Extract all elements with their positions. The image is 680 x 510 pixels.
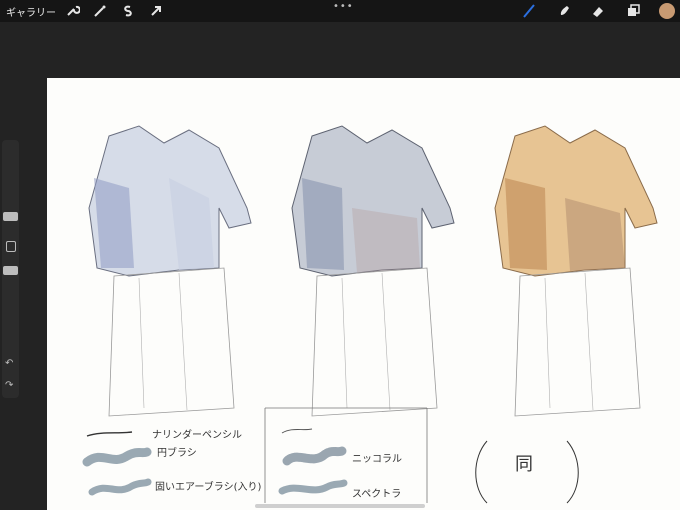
brush-icon[interactable]: [521, 3, 537, 19]
eyedropper-button[interactable]: [6, 241, 16, 252]
brush-swatches-middle: [264, 407, 428, 503]
color-swatch-icon[interactable]: [659, 3, 675, 19]
gallery-button[interactable]: ギャラリー: [6, 4, 56, 19]
redo-button[interactable]: ↷: [5, 380, 13, 391]
magic-wand-icon[interactable]: [92, 3, 108, 19]
note-hard-airbrush: 固いエアーブラシ(入り): [155, 482, 262, 493]
sketch-figure-blue: [88, 125, 252, 417]
top-toolbar: ギャラリー •••: [0, 0, 680, 22]
side-toolbar: ↶ ↷: [2, 140, 19, 398]
note-spectra: スペクトラ: [352, 489, 402, 500]
brush-size-slider[interactable]: [3, 212, 18, 221]
sketch-figure-tan: [494, 125, 658, 417]
transform-arrow-icon[interactable]: [148, 3, 164, 19]
opacity-slider[interactable]: [3, 266, 18, 275]
note-pencil: ナリンダーペンシル: [152, 430, 242, 441]
eraser-icon[interactable]: [590, 3, 606, 19]
drawing-canvas[interactable]: ナリンダーペンシル 円ブラシ 固いエアーブラシ(入り) ニッコラル スペクトラ …: [47, 78, 680, 510]
note-nikkoral: ニッコラル: [352, 454, 402, 465]
home-indicator: [255, 504, 425, 508]
selection-icon[interactable]: [120, 3, 136, 19]
undo-button[interactable]: ↶: [5, 358, 13, 369]
note-same: 同: [515, 454, 533, 475]
layers-icon[interactable]: [625, 3, 641, 19]
wrench-icon[interactable]: [64, 3, 80, 19]
more-options-dots[interactable]: •••: [333, 1, 354, 12]
smudge-icon[interactable]: [556, 3, 572, 19]
note-round-brush: 円ブラシ: [157, 448, 197, 459]
